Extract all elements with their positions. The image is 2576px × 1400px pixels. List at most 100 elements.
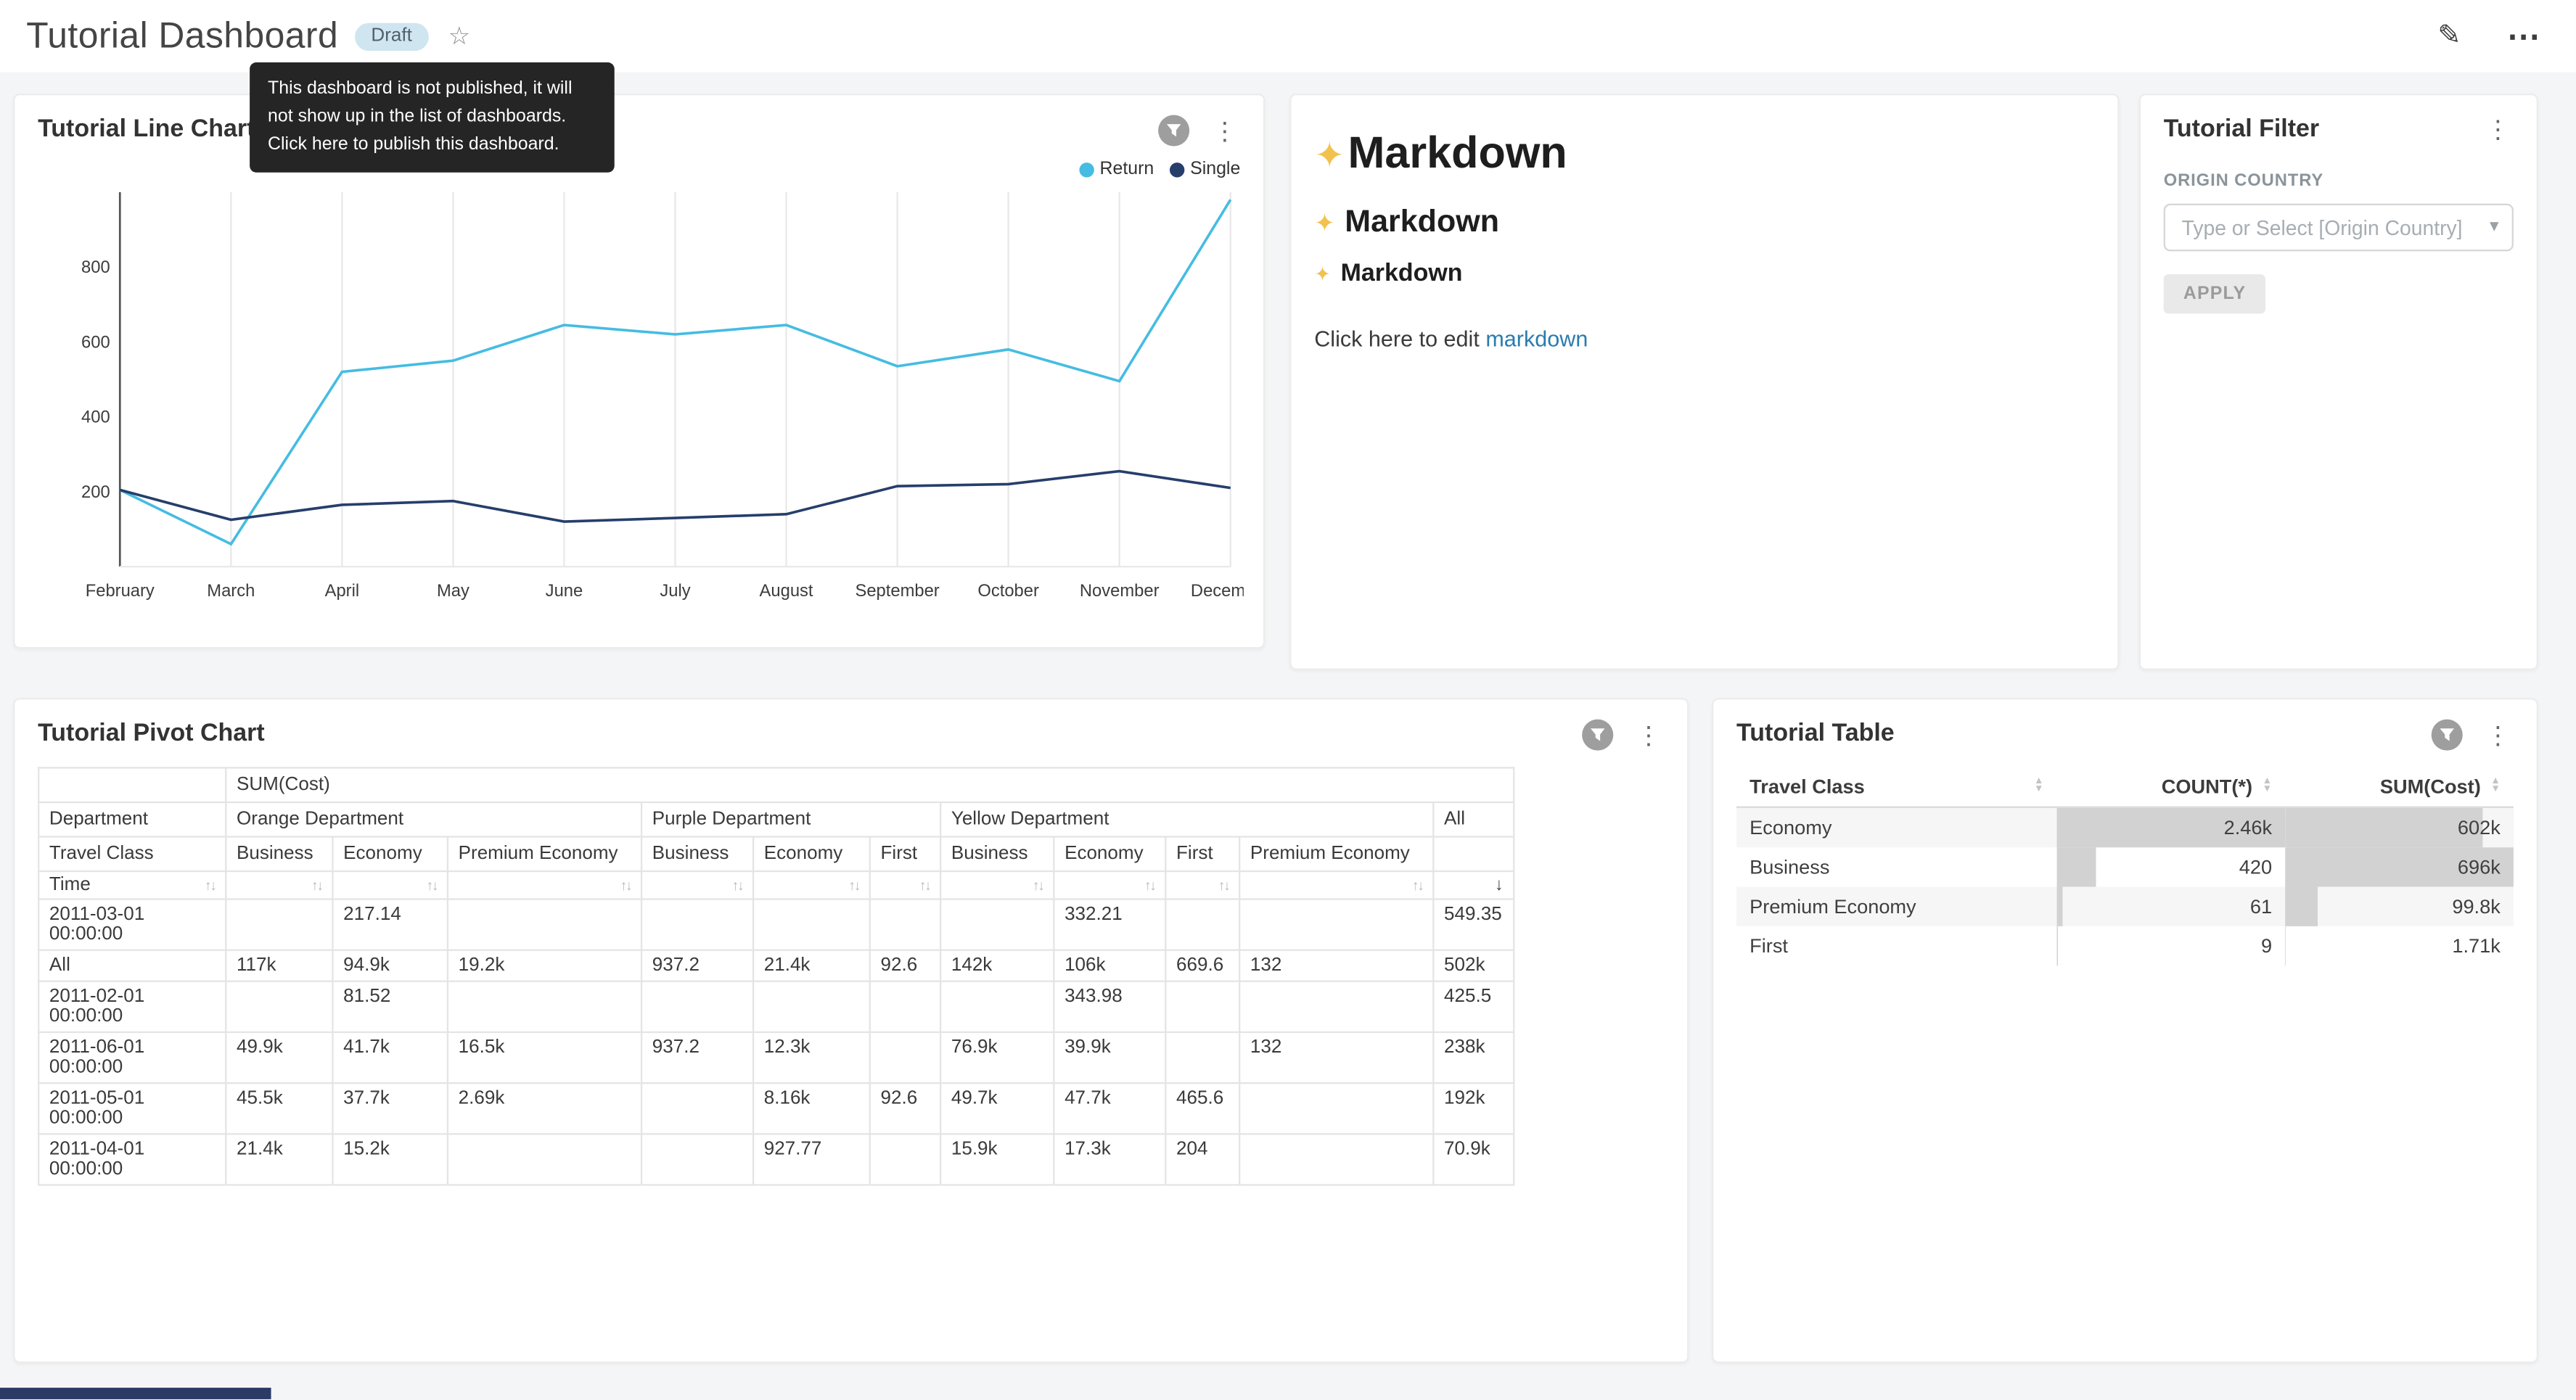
pivot-cell: 106k <box>1054 950 1165 981</box>
pivot-class-col: Business <box>641 837 753 872</box>
pivot-cell: 142k <box>940 950 1054 981</box>
pivot-table: SUM(Cost)DepartmentOrange DepartmentPurp… <box>38 767 1515 1185</box>
sort-carets-icon[interactable]: ▲▼ <box>2034 778 2043 795</box>
pivot-class-col: Economy <box>1054 837 1165 872</box>
pivot-sort-cell: ↑↓ <box>448 871 641 899</box>
pivot-cell: 37.7k <box>332 1083 447 1134</box>
pivot-cell <box>448 899 641 950</box>
sort-icon[interactable]: ↑↓ <box>1218 877 1229 894</box>
apply-button[interactable]: APPLY <box>2164 274 2266 313</box>
sort-icon[interactable]: ↑↓ <box>848 877 859 894</box>
svg-text:September: September <box>855 581 939 601</box>
pivot-cell: 238k <box>1433 1032 1514 1083</box>
sort-icon[interactable]: ↑↓ <box>311 877 322 894</box>
pivot-cell: 937.2 <box>641 1032 753 1083</box>
pivot-row-label: 2011-06-01 00:00:00 <box>38 1032 226 1083</box>
legend-dot-icon <box>1170 162 1185 176</box>
pivot-time-header: Time↑↓ <box>38 871 226 899</box>
draft-badge[interactable]: Draft <box>355 22 429 50</box>
sort-icon[interactable]: ↑↓ <box>427 877 438 894</box>
table-card-title: Tutorial Table <box>1736 720 1895 747</box>
markdown-note-text: Click here to edit <box>1314 327 1485 352</box>
filter-indicator-icon[interactable] <box>1158 115 1189 146</box>
pivot-cell: 70.9k <box>1433 1134 1514 1185</box>
card-head: Tutorial Line Chart ⋮ <box>38 115 1240 146</box>
pivot-row-label: 2011-04-01 00:00:00 <box>38 1134 226 1185</box>
pivot-dept-group: Yellow Department <box>940 802 1433 837</box>
pivot-cell: 49.9k <box>226 1032 332 1083</box>
tutorial-table: Travel Class▲▼ COUNT(*)▲▼ SUM(Cost)▲▼ Ec… <box>1736 767 2514 965</box>
pivot-chart-card: Tutorial Pivot Chart ⋮ SUM(Cost)Departme… <box>13 698 1689 1363</box>
star-icon[interactable]: ☆ <box>448 21 470 51</box>
sort-icon[interactable]: ↑↓ <box>919 877 930 894</box>
pivot-class-col: Business <box>226 837 332 872</box>
sort-icon[interactable]: ↑↓ <box>205 877 216 894</box>
markdown-h1: ✦Markdown <box>1314 128 2094 179</box>
origin-country-label: ORIGIN COUNTRY <box>2164 170 2514 190</box>
pivot-cell <box>940 899 1054 950</box>
markdown-edit-link[interactable]: markdown <box>1485 327 1588 352</box>
pivot-cell <box>870 981 940 1032</box>
pivot-cell: 425.5 <box>1433 981 1514 1032</box>
chart-legend: Return Single <box>38 160 1240 179</box>
dashboard-title: Tutorial Dashboard <box>26 15 338 57</box>
sort-icon[interactable]: ↑↓ <box>1412 877 1423 894</box>
sort-icon[interactable]: ↑↓ <box>620 877 631 894</box>
pivot-cell: 669.6 <box>1165 950 1239 981</box>
filter-card: Tutorial Filter ⋮ ORIGIN COUNTRY ▾ APPLY <box>2139 94 2538 670</box>
pivot-cell <box>641 1083 753 1134</box>
svg-text:April: April <box>325 581 360 601</box>
pivot-sort-cell: ↑↓ <box>870 871 940 899</box>
pivot-dept-group: All <box>1433 802 1514 837</box>
sort-icon[interactable]: ↑↓ <box>1144 877 1155 894</box>
cell-sum: 99.8k <box>2285 887 2514 926</box>
filter-indicator-icon[interactable] <box>1582 720 1613 751</box>
sort-carets-icon[interactable]: ▲▼ <box>2490 778 2500 795</box>
markdown-note: Click here to edit markdown <box>1314 327 2094 352</box>
pivot-cell: 465.6 <box>1165 1083 1239 1134</box>
pivot-measure-label: SUM(Cost) <box>226 767 1514 802</box>
pivot-cell <box>226 899 332 950</box>
svg-text:200: 200 <box>81 482 110 502</box>
pivot-sort-cell: ↑↓ <box>1165 871 1239 899</box>
pivot-cell: 47.7k <box>1054 1083 1165 1134</box>
pivot-cell <box>226 981 332 1032</box>
svg-text:800: 800 <box>81 258 110 277</box>
edit-icon[interactable]: ✎ <box>2437 20 2461 52</box>
pivot-cell <box>1239 899 1433 950</box>
pivot-cell <box>448 981 641 1032</box>
col-header-travel-class[interactable]: Travel Class▲▼ <box>1736 767 2056 807</box>
sort-carets-icon[interactable]: ▲▼ <box>2263 778 2272 795</box>
sort-icon[interactable]: ↑↓ <box>732 877 743 894</box>
col-header-count[interactable]: COUNT(*)▲▼ <box>2057 767 2286 807</box>
legend-item[interactable]: Return <box>1080 160 1154 179</box>
pivot-cell: 49.7k <box>940 1083 1054 1134</box>
filter-indicator-icon[interactable] <box>2432 720 2463 751</box>
markdown-card: ✦Markdown ✦Markdown ✦Markdown Click here… <box>1289 94 2119 670</box>
sort-desc-icon[interactable]: ↓ <box>1495 876 1504 895</box>
pivot-sort-cell: ↑↓ <box>226 871 332 899</box>
kebab-menu-icon[interactable]: ⋮ <box>1209 116 1240 146</box>
pivot-cell: 15.2k <box>332 1134 447 1185</box>
more-icon[interactable]: ⋯ <box>2507 16 2540 57</box>
kebab-menu-icon[interactable]: ⋮ <box>1633 720 1664 750</box>
pivot-cell <box>870 1032 940 1083</box>
pivot-sort-cell: ↑↓ <box>753 871 870 899</box>
pivot-cell: 92.6 <box>870 1083 940 1134</box>
pivot-cell: 41.7k <box>332 1032 447 1083</box>
origin-country-input[interactable] <box>2164 204 2514 252</box>
card-head: Tutorial Filter ⋮ <box>2164 115 2514 144</box>
table-header-row: Travel Class▲▼ COUNT(*)▲▼ SUM(Cost)▲▼ <box>1736 767 2514 807</box>
pivot-cell: 927.77 <box>753 1134 870 1185</box>
publish-tooltip[interactable]: This dashboard is not published, it will… <box>250 62 615 173</box>
col-header-sum-cost[interactable]: SUM(Cost)▲▼ <box>2285 767 2514 807</box>
kebab-menu-icon[interactable]: ⋮ <box>2482 720 2514 750</box>
legend-item[interactable]: Single <box>1170 160 1240 179</box>
kebab-menu-icon[interactable]: ⋮ <box>2482 115 2514 144</box>
pivot-cell: 12.3k <box>753 1032 870 1083</box>
cell-travel-class: First <box>1736 926 2056 965</box>
origin-country-select: ▾ <box>2164 204 2514 252</box>
sort-icon[interactable]: ↑↓ <box>1033 877 1043 894</box>
pivot-cell: 937.2 <box>641 950 753 981</box>
svg-text:October: October <box>977 581 1039 601</box>
